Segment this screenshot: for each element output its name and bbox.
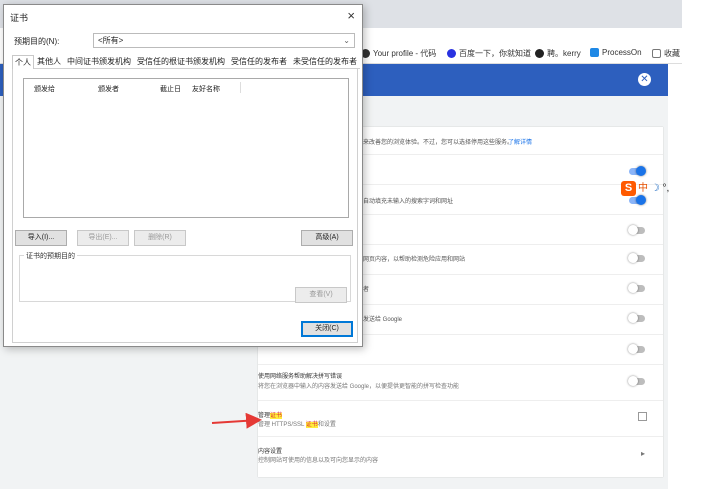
dialog-titlebar: 证书 × [4,5,362,27]
sogou-logo-icon: S [621,181,636,196]
close-button[interactable]: 关闭(C) [301,321,353,337]
page-icon [652,49,661,58]
remove-button[interactable]: 删除(R) [134,230,186,246]
toggle-switch[interactable] [628,344,645,354]
column-friendly-name[interactable]: 友好名称 [192,84,220,94]
tab-personal[interactable]: 个人 [12,55,34,69]
toggle-switch[interactable] [628,253,645,263]
column-issued-to[interactable]: 颁发给 [34,84,55,94]
dialog-title: 证书 [10,13,29,23]
bookmark-processon[interactable]: ProcessOn [590,48,642,57]
baidu-paw-icon [447,49,456,58]
circle-icon [535,49,544,58]
advanced-button[interactable]: 高级(A) [301,230,353,246]
bookmark-profile[interactable]: Your profile - 代码 [361,48,436,59]
bookmark-baidu[interactable]: 百度一下，你就知道 [447,48,531,59]
purpose-select[interactable]: <所有> ⌄ [93,33,355,48]
toggle-switch[interactable] [629,195,646,205]
close-icon[interactable]: × [347,8,355,23]
bookmark-collect[interactable]: 收藏 [652,48,680,59]
purposes-group-label: 证书的预期目的 [24,251,77,261]
moon-icon: ☽ [650,183,660,194]
certificate-tabs: 个人 其他人 中间证书颁发机构 受信任的根证书颁发机构 受信任的发布者 未受信任的发布者 [12,54,360,69]
export-button[interactable]: 导出(E)... [77,230,129,246]
column-expiration[interactable]: 截止日 [160,84,181,94]
toggle-switch[interactable] [628,225,645,235]
learn-more-link[interactable]: 了解详情 [508,137,532,146]
bookmark-kerry[interactable]: 聘。kerry [535,48,581,59]
tab-other-people[interactable]: 其他人 [34,54,64,68]
tab-intermediate-ca[interactable]: 中间证书颁发机构 [64,54,134,68]
close-search-icon[interactable]: ✕ [638,73,651,86]
tab-trusted-root-ca[interactable]: 受信任的根证书颁发机构 [134,54,228,68]
column-divider [240,82,241,93]
spellcheck-row: 使用网络服务帮助解决拼写错误 将您在浏览器中输入的内容发送给 Google，以便… [258,364,663,400]
certificate-list[interactable]: 颁发给 颁发者 截止日 友好名称 [23,78,349,218]
toggle-switch[interactable] [628,313,645,323]
toggle-switch[interactable] [628,376,645,386]
certificate-dialog: 证书 × 预期目的(N): <所有> ⌄ 个人 其他人 中间证书颁发机构 受信任的根证… [3,4,363,347]
toggle-switch[interactable] [628,283,645,293]
ime-toolbar[interactable]: S中 ☽ °, [621,179,669,196]
chevron-down-icon: ⌄ [343,36,350,45]
purpose-label: 预期目的(N): [14,37,60,46]
tab-trusted-publishers[interactable]: 受信任的发布者 [228,54,290,68]
content-settings-row[interactable]: 内容设置 控制网站可使用的信息以及可向您显示的内容 ▸ [258,436,663,472]
manage-certificates-row[interactable]: 管理证书 管理 HTTPS/SSL 证书和设置 [258,400,663,436]
column-issued-by[interactable]: 颁发者 [98,84,119,94]
chevron-right-icon: ▸ [641,449,646,458]
external-link-icon [638,412,647,421]
view-button[interactable]: 查看(V) [295,287,347,303]
import-button[interactable]: 导入(I)... [15,230,67,246]
tab-untrusted-publishers[interactable]: 未受信任的发布者 [290,54,360,68]
processon-icon [590,48,599,57]
toggle-switch[interactable] [629,166,646,176]
tab-panel-personal: 颁发给 颁发者 截止日 友好名称 导入(I)... 导出(E)... 删除(R)… [12,69,358,343]
